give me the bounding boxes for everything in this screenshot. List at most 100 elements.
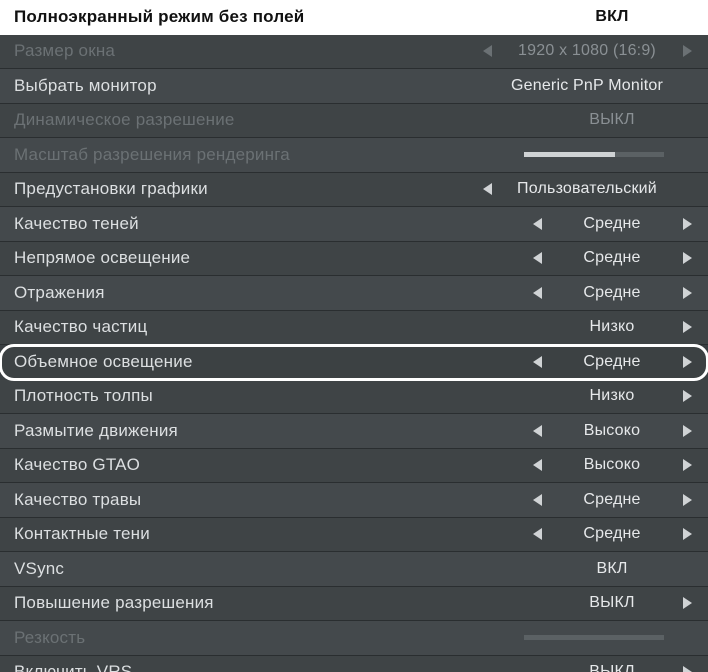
setting-label: VSync	[14, 559, 494, 579]
setting-label: Контактные тени	[14, 524, 494, 544]
slider	[524, 635, 664, 640]
slider	[524, 152, 664, 157]
chevron-left-icon[interactable]	[530, 355, 544, 369]
setting-label: Размытие движения	[14, 421, 494, 441]
chevron-left-icon[interactable]	[530, 458, 544, 472]
chevron-right-icon[interactable]	[680, 458, 694, 472]
setting-label: Качество частиц	[14, 317, 494, 337]
slider-fill	[524, 152, 615, 157]
setting-value: ВЫКЛ	[552, 663, 672, 672]
setting-value-wrap: ВЫКЛ	[494, 663, 694, 672]
chevron-right-icon[interactable]	[680, 355, 694, 369]
setting-value-wrap: Средне	[494, 284, 694, 302]
chevron-left-icon[interactable]	[530, 286, 544, 300]
setting-label: Непрямое освещение	[14, 248, 494, 268]
setting-value-wrap: Средне	[494, 353, 694, 371]
setting-value: Средне	[552, 491, 672, 509]
setting-row[interactable]: Контактные тени Средне	[0, 518, 708, 553]
setting-label: Резкость	[14, 628, 494, 648]
setting-row[interactable]: Повышение разрешения ВЫКЛ	[0, 587, 708, 622]
setting-value-wrap: ВЫКЛ	[494, 594, 694, 612]
setting-value: Низко	[552, 387, 672, 405]
setting-value-wrap: Низко	[494, 318, 694, 336]
setting-value-wrap: Средне	[494, 249, 694, 267]
setting-value: Средне	[552, 525, 672, 543]
setting-label: Масштаб разрешения рендеринга	[14, 145, 494, 165]
chevron-left-icon[interactable]	[480, 182, 494, 196]
setting-value-wrap: Средне	[494, 525, 694, 543]
setting-label: Выбрать монитор	[14, 76, 480, 96]
setting-row[interactable]: Качество травы Средне	[0, 483, 708, 518]
setting-label: Качество GTAO	[14, 455, 494, 475]
settings-list: Полноэкранный режим без полейВКЛРазмер о…	[0, 0, 708, 672]
chevron-left-icon[interactable]	[530, 251, 544, 265]
setting-row[interactable]: Непрямое освещение Средне	[0, 242, 708, 277]
setting-row[interactable]: Выбрать монитор Generic PnP Monitor	[0, 69, 708, 104]
chevron-left-icon[interactable]	[530, 424, 544, 438]
setting-value: Пользовательский	[502, 180, 672, 198]
setting-value-wrap: ВКЛ	[494, 560, 694, 578]
setting-value: ВЫКЛ	[552, 111, 672, 129]
chevron-left-icon[interactable]	[530, 527, 544, 541]
chevron-right-icon[interactable]	[680, 217, 694, 231]
setting-label: Полноэкранный режим без полей	[14, 7, 494, 27]
setting-label: Повышение разрешения	[14, 593, 494, 613]
setting-value-wrap: 1920 x 1080 (16:9)	[480, 42, 694, 60]
chevron-left-icon[interactable]	[530, 493, 544, 507]
chevron-right-icon[interactable]	[680, 493, 694, 507]
setting-label: Объемное освещение	[14, 352, 494, 372]
chevron-right-icon[interactable]	[680, 389, 694, 403]
chevron-right-icon[interactable]	[680, 527, 694, 541]
setting-row[interactable]: Полноэкранный режим без полейВКЛ	[0, 0, 708, 35]
setting-value: Средне	[552, 215, 672, 233]
setting-value-wrap	[494, 152, 694, 157]
setting-value-wrap: ВЫКЛ	[494, 111, 694, 129]
setting-row[interactable]: Качество частиц Низко	[0, 311, 708, 346]
setting-value-wrap: Высоко	[494, 456, 694, 474]
chevron-left-icon	[480, 44, 494, 58]
setting-value-wrap	[494, 635, 694, 640]
chevron-right-icon[interactable]	[680, 424, 694, 438]
setting-value: ВЫКЛ	[552, 594, 672, 612]
setting-row[interactable]: Качество теней Средне	[0, 207, 708, 242]
setting-row: Размер окна 1920 x 1080 (16:9)	[0, 35, 708, 70]
chevron-right-icon[interactable]	[680, 320, 694, 334]
setting-row[interactable]: Плотность толпы Низко	[0, 380, 708, 415]
setting-row: Резкость	[0, 621, 708, 656]
setting-row[interactable]: Объемное освещение Средне	[0, 345, 708, 380]
setting-value: Высоко	[552, 456, 672, 474]
setting-value-wrap: Пользовательский	[480, 180, 694, 198]
chevron-left-icon[interactable]	[530, 217, 544, 231]
setting-row[interactable]: Отражения Средне	[0, 276, 708, 311]
chevron-right-icon[interactable]	[680, 251, 694, 265]
setting-value-wrap: ВКЛ	[494, 8, 694, 26]
setting-label: Предустановки графики	[14, 179, 480, 199]
setting-label: Качество травы	[14, 490, 494, 510]
setting-value-wrap: Высоко	[494, 422, 694, 440]
setting-value-wrap: Средне	[494, 215, 694, 233]
setting-label: Отражения	[14, 283, 494, 303]
setting-label: Качество теней	[14, 214, 494, 234]
setting-label: Динамическое разрешение	[14, 110, 494, 130]
setting-value: Высоко	[552, 422, 672, 440]
setting-row[interactable]: VSyncВКЛ	[0, 552, 708, 587]
setting-value: 1920 x 1080 (16:9)	[502, 42, 672, 60]
setting-label: Размер окна	[14, 41, 480, 61]
setting-value: Средне	[552, 284, 672, 302]
chevron-right-icon[interactable]	[680, 665, 694, 672]
setting-row[interactable]: Размытие движения Высоко	[0, 414, 708, 449]
setting-row[interactable]: Качество GTAO Высоко	[0, 449, 708, 484]
setting-value: Средне	[552, 249, 672, 267]
setting-value: Низко	[552, 318, 672, 336]
setting-value: Средне	[552, 353, 672, 371]
chevron-right-icon	[680, 44, 694, 58]
setting-row[interactable]: Включить VRSВЫКЛ	[0, 656, 708, 672]
setting-row[interactable]: Предустановки графики Пользовательский	[0, 173, 708, 208]
setting-value-wrap: Generic PnP Monitor	[480, 77, 694, 95]
setting-value: Generic PnP Monitor	[502, 77, 672, 95]
chevron-right-icon[interactable]	[680, 286, 694, 300]
setting-value-wrap: Средне	[494, 491, 694, 509]
setting-label: Плотность толпы	[14, 386, 494, 406]
setting-value-wrap: Низко	[494, 387, 694, 405]
chevron-right-icon[interactable]	[680, 596, 694, 610]
